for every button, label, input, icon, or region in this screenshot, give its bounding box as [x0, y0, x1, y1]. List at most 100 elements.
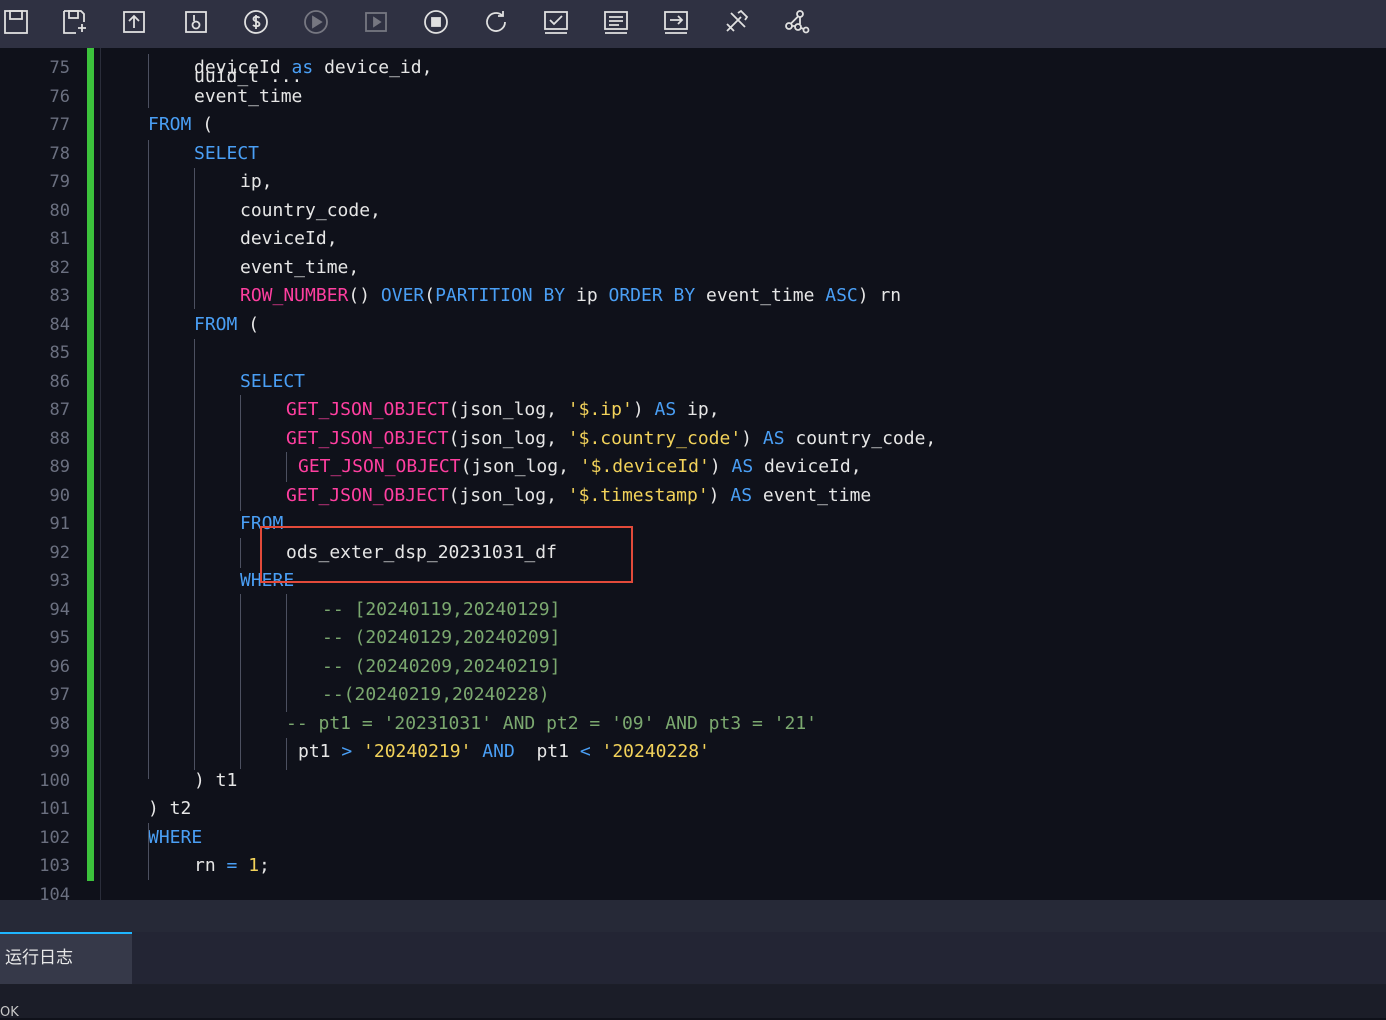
save-as-icon: [63, 10, 86, 34]
line-number: 83: [49, 286, 70, 306]
steal-lock-icon: [185, 11, 207, 33]
format-button[interactable]: [600, 6, 632, 38]
lineage-icon: [785, 10, 810, 34]
lineage-button[interactable]: [780, 6, 812, 38]
code-text: ) t2: [148, 795, 191, 824]
line-number: 98: [49, 713, 70, 734]
code-token: -- (20240209,20240219]: [322, 655, 561, 677]
code-token: '$.deviceId': [579, 456, 710, 477]
code-token: GET_JSON_OBJECT: [298, 456, 461, 477]
code-token: -- [20240119,20240129]: [322, 598, 561, 620]
save-as-button[interactable]: [58, 6, 90, 38]
code-token: country_code,: [784, 427, 937, 449]
line-number: 77: [49, 115, 70, 135]
code-token: device_id,: [313, 57, 433, 78]
code-token: ): [741, 427, 763, 449]
code-token: deviceId: [194, 57, 292, 78]
stop-button[interactable]: [420, 6, 452, 38]
code-token: (json_log,: [460, 456, 580, 477]
code-token: '$.timestamp': [567, 484, 709, 506]
code-token: '$.ip': [567, 399, 633, 420]
code-token: (: [191, 114, 214, 135]
code-text: event_time,: [240, 254, 359, 283]
save-icon: [4, 10, 28, 34]
advanced-run-button[interactable]: [360, 6, 392, 38]
code-token: (): [348, 285, 381, 306]
code-token: country_code,: [240, 199, 381, 221]
code-text: deviceId,: [240, 225, 338, 254]
code-text: rn = 1;: [194, 852, 270, 881]
code-text: GET_JSON_OBJECT(json_log, '$.deviceId') …: [298, 453, 862, 482]
code-token: ip,: [240, 171, 273, 192]
code-text: ip,: [240, 168, 273, 197]
code-token: event_time,: [240, 256, 360, 278]
line-number: 88: [49, 428, 70, 449]
code-token: FROM: [194, 313, 238, 335]
code-token: ): [709, 456, 732, 477]
code-token: --(20240219,20240228): [322, 684, 550, 705]
indent-guide: [240, 538, 241, 568]
line-number: 100: [39, 770, 70, 791]
check-button[interactable]: [540, 6, 572, 38]
code-text: event_time: [194, 83, 302, 112]
export-button[interactable]: [660, 6, 692, 38]
submit-button[interactable]: [118, 6, 150, 38]
steal-lock-button[interactable]: [180, 6, 212, 38]
code-text: GET_JSON_OBJECT(json_log, '$.country_cod…: [286, 425, 936, 454]
save-button[interactable]: [0, 6, 32, 38]
code-token: ) t2: [148, 798, 192, 819]
line-number: 78: [49, 143, 70, 164]
code-token: AS: [731, 456, 754, 477]
submit-icon: [123, 11, 145, 33]
indent-guide: [194, 339, 195, 770]
line-number: 92: [49, 542, 70, 563]
code-token: OVER: [380, 285, 425, 306]
line-number: 82: [49, 257, 70, 278]
code-token: (: [237, 313, 260, 335]
code-token: ): [708, 484, 731, 506]
code-token: ): [632, 399, 655, 420]
code-text: -- pt1 = '20231031' AND pt2 = '09' AND p…: [286, 710, 817, 739]
code-text: --(20240219,20240228): [322, 681, 550, 710]
code-token: ) t1: [194, 769, 238, 791]
line-number: 101: [39, 799, 70, 819]
indent-guide: [194, 168, 195, 309]
code-token: (json_log,: [448, 427, 568, 449]
code-text: -- (20240129,20240209]: [322, 624, 560, 653]
code-token: 1: [248, 855, 260, 876]
code-token: GET_JSON_OBJECT: [286, 427, 449, 449]
line-number: 89: [49, 457, 70, 477]
line-number: 94: [49, 599, 70, 620]
code-token: deviceId,: [753, 456, 862, 477]
code-text: ROW_NUMBER() OVER(PARTITION BY ip ORDER …: [240, 282, 901, 311]
indent-guide: [240, 395, 241, 511]
code-text: WHERE: [148, 824, 202, 853]
tools-button[interactable]: [720, 6, 752, 38]
format-icon: [604, 11, 628, 34]
code-text: GET_JSON_OBJECT(json_log, '$.timestamp')…: [286, 482, 871, 511]
indent-guide: [286, 594, 287, 712]
line-number: 103: [39, 856, 70, 876]
cost-estimate-button[interactable]: [240, 6, 272, 38]
stop-icon: [424, 10, 448, 34]
reload-button[interactable]: [480, 6, 512, 38]
indent-guide: [286, 738, 287, 770]
check-icon: [544, 11, 568, 34]
code-token: pt1: [514, 741, 580, 762]
code-token: ) rn: [857, 285, 902, 306]
code-token: WHERE: [148, 826, 203, 848]
line-number: 91: [49, 514, 70, 534]
tab-run-log[interactable]: 运行日志: [0, 932, 132, 984]
code-token: (: [424, 285, 436, 306]
line-number: 84: [49, 314, 70, 335]
code-token: SELECT: [194, 142, 260, 164]
code-token: (json_log,: [448, 484, 568, 506]
run-button[interactable]: [300, 6, 332, 38]
panel-splitter[interactable]: [0, 900, 1386, 932]
sql-code-editor[interactable]: uuid_t ... 75 deviceId as device_id, 76 eve…: [0, 48, 1386, 900]
modified-lines-indicator: [87, 48, 94, 881]
code-token: event_time: [194, 85, 303, 107]
line-number: 95: [49, 628, 70, 648]
